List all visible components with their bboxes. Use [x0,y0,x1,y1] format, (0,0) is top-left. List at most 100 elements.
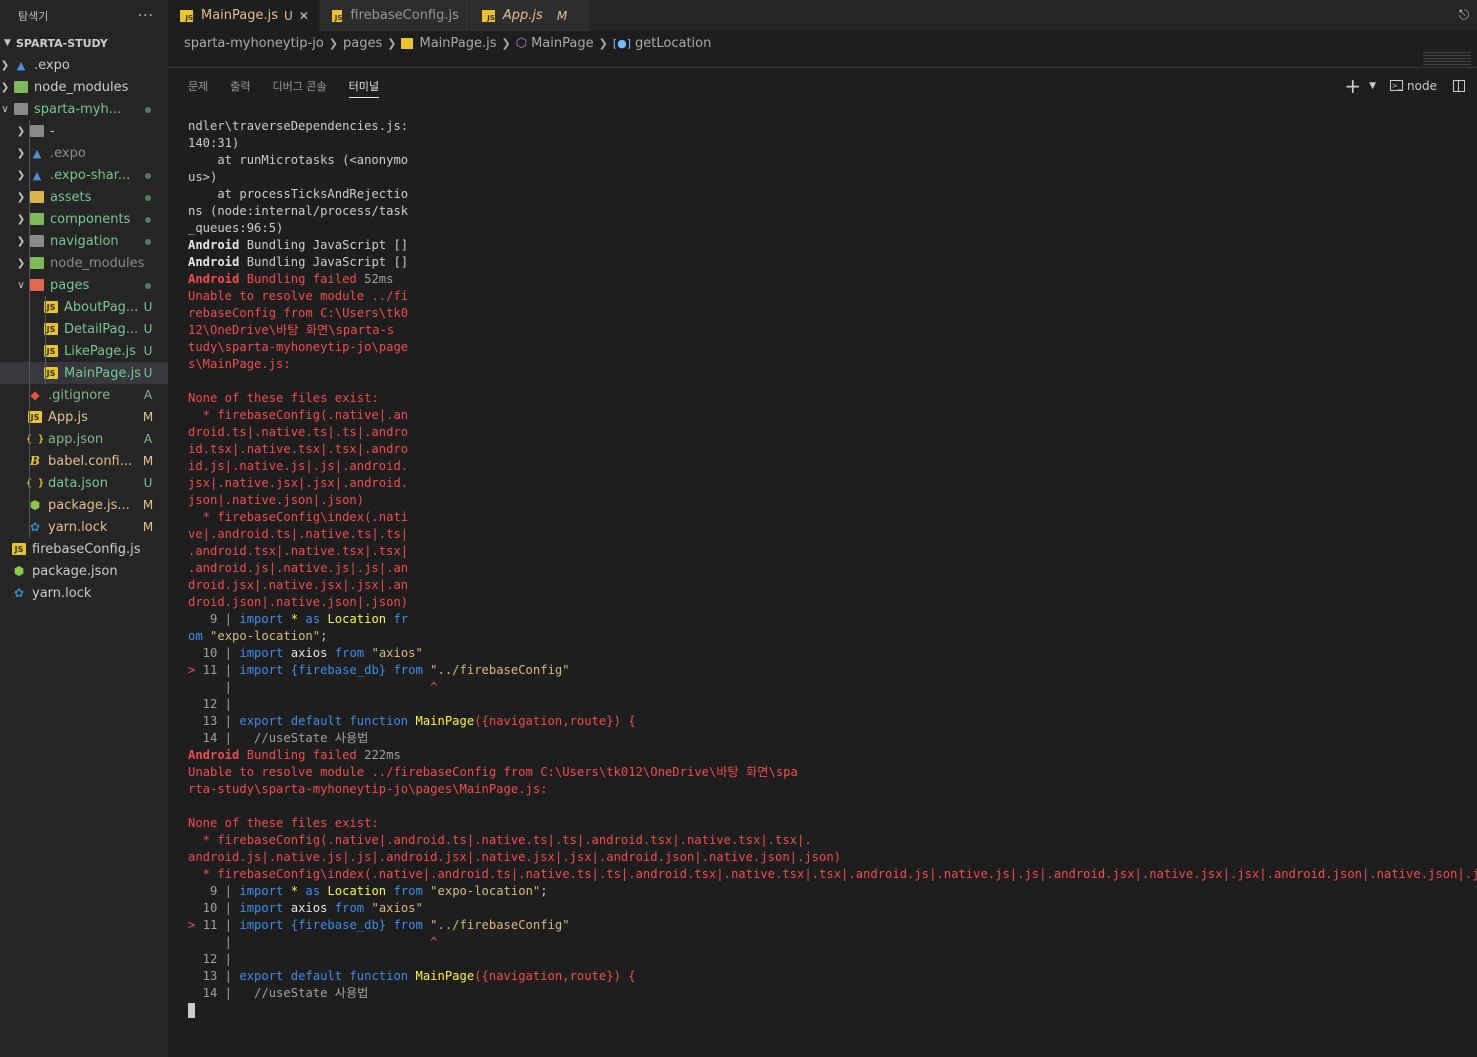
chevron-right-icon[interactable]: ❯ [14,126,28,137]
tree-item-babel[interactable]: Bbabel.confi... M [0,450,168,472]
chevron-right-icon[interactable]: ❯ [14,258,28,269]
terminal-text: ^ [239,935,438,949]
tab-mainpage[interactable]: JS MainPage.js U ✕ [168,0,320,31]
tree-item-js[interactable]: JS MainPage.js U [0,362,168,384]
terminal-line: * firebaseConfig\index(.nati [188,509,1477,526]
minimap[interactable] [1423,52,1471,66]
tab-problems[interactable]: 문제 [188,68,208,103]
tree-item-folder[interactable]: ❯ ▲ .expo-shar... [0,164,168,186]
terminal-line: * firebaseConfig(.native|.an [188,407,1477,424]
terminal-text: 13 | [188,714,240,728]
tab-app[interactable]: JS App.js M [469,0,590,31]
code-editor[interactable]: 1import React,{useState,useEffect} from … [168,55,1477,67]
terminal-text: 52ms [364,272,394,286]
terminal-text: None of these files exist: [188,816,379,830]
chevron-down-icon[interactable]: ∨ [0,104,12,115]
tree-item-folder[interactable]: ❯ ▲ .expo [0,142,168,164]
breadcrumb-folder-pages[interactable]: pages [343,36,382,51]
chevron-right-icon[interactable]: ❯ [14,170,28,181]
js-file-icon: JS [481,9,495,22]
tab-output[interactable]: 출력 [230,68,250,103]
terminal-text: ({navigation, [474,969,570,983]
tree-item-folder[interactable]: ❯ node_modules [0,76,168,98]
panel-tab-list: 문제 출력 디버그 콘솔 터미널 [188,68,401,103]
tree-item-js[interactable]: JS LikePage.js U [0,340,168,362]
tree-item-json[interactable]: { } app.json A [0,428,168,450]
terminal-text: rta-study\sparta-myhoneytip-jo\pages\Mai… [188,782,548,796]
tree-item-git[interactable]: ◆ .gitignore A [0,384,168,406]
chevron-right-icon: ❯ [598,36,608,50]
terminal-text: 222ms [364,748,401,762]
tree-item-js[interactable]: JS AboutPag... U [0,296,168,318]
tab-terminal[interactable]: 터미널 [348,68,380,103]
tab-label: App.js [502,8,543,23]
breadcrumb-file[interactable]: MainPage.js [419,36,496,51]
tab-debug-console[interactable]: 디버그 콘솔 [273,68,327,103]
chevron-down-icon[interactable]: ▼ [1369,81,1376,91]
terminal-text: Android [188,238,240,252]
chevron-right-icon[interactable]: ❯ [0,60,12,71]
chevron-right-icon[interactable]: ❯ [14,148,28,159]
tree-item-folder[interactable]: ❯ node_modules [0,252,168,274]
editor-tab-bar: JS MainPage.js U ✕ JS firebaseConfig.js … [168,0,1477,31]
tree-item-folder[interactable]: ❯ ▲ .expo [0,54,168,76]
tree-item-folder[interactable]: ❯ assets [0,186,168,208]
breadcrumb: sparta-myhoneytip-jo ❯ pages ❯ MainPage.… [168,31,1477,55]
chevron-down-icon[interactable]: ∨ [14,280,28,291]
breadcrumb-method[interactable]: getLocation [635,36,711,51]
indent-guide [29,362,30,384]
chevron-right-icon[interactable]: ❯ [14,214,28,225]
workspace-section-header[interactable]: ▼ SPARTA-STUDY [0,32,168,54]
tree-item-yarn[interactable]: ✿ yarn.lock M [0,516,168,538]
terminal-text: | [188,935,240,949]
tree-item-pkg[interactable]: ⬢ package.js... M [0,494,168,516]
indent-guide [29,472,30,494]
close-icon[interactable]: ✕ [299,9,309,23]
more-actions-icon[interactable]: ··· [138,8,154,24]
breadcrumb-symbol[interactable]: MainPage [531,36,594,51]
terminal-text: 9 | [188,612,240,626]
components-folder-icon [30,213,44,225]
terminal-text: * firebaseConfig(.native|.an [188,408,409,422]
git-changes-dot [142,102,154,116]
chevron-right-icon[interactable]: ❯ [14,236,28,247]
tree-item-js[interactable]: JS DetailPag... U [0,318,168,340]
tree-item-js[interactable]: JS App.js M [0,406,168,428]
terminal-text: from [334,901,365,915]
compare-icon[interactable]: ⎋ [1451,0,1477,31]
tree-item-js[interactable]: JS firebaseConfig.js [0,538,168,560]
terminal-text: import [239,612,284,626]
tree-item-json[interactable]: { } data.json U [0,472,168,494]
split-terminal-icon[interactable] [1453,79,1465,92]
tree-item-pkg[interactable]: ⬢ package.json [0,560,168,582]
tree-item-folder[interactable]: ∨ sparta-myh... [0,98,168,120]
terminal-text: "expo-location" [422,884,541,898]
terminal-text: ns (node:internal/process/task [188,204,409,218]
terminal-text: Location [320,612,394,626]
tab-firebaseconfig[interactable]: JS firebaseConfig.js [319,0,470,31]
terminal-text: .android.js|.native.js|.js|.an [188,561,409,575]
terminal-text: Android [188,272,240,286]
new-terminal-icon[interactable]: + [1344,76,1361,96]
tree-item-label: package.json [32,563,118,579]
chevron-right-icon[interactable]: ❯ [0,82,12,93]
tree-item-folder[interactable]: ❯ components [0,208,168,230]
tree-item-yarn[interactable]: ✿ yarn.lock [0,582,168,604]
tree-item-folder[interactable]: ❯ navigation [0,230,168,252]
terminal-text: us>) [188,170,218,184]
chevron-right-icon[interactable]: ❯ [14,192,28,203]
npm-package-icon: ⬢ [13,564,25,578]
git-status-badge: U [143,476,153,490]
terminal-text: as [305,612,321,626]
terminal-text: export default function [239,969,409,983]
panel-actions: + ▼ >_ node [1344,68,1465,103]
indent-guide [29,494,30,516]
tree-item-folder[interactable]: ❯ - [0,120,168,142]
terminal-output[interactable]: ndler\traverseDependencies.js: 140:31) at… [188,118,1477,1057]
terminal-text: Location [320,884,394,898]
breadcrumb-folder-root[interactable]: sparta-myhoneytip-jo [184,36,324,51]
terminal-selector[interactable]: >_ node [1390,79,1437,93]
terminal-line: droid.ts|.native.ts|.ts|.andro [188,424,1477,441]
tree-item-folder[interactable]: ∨ pages [0,274,168,296]
